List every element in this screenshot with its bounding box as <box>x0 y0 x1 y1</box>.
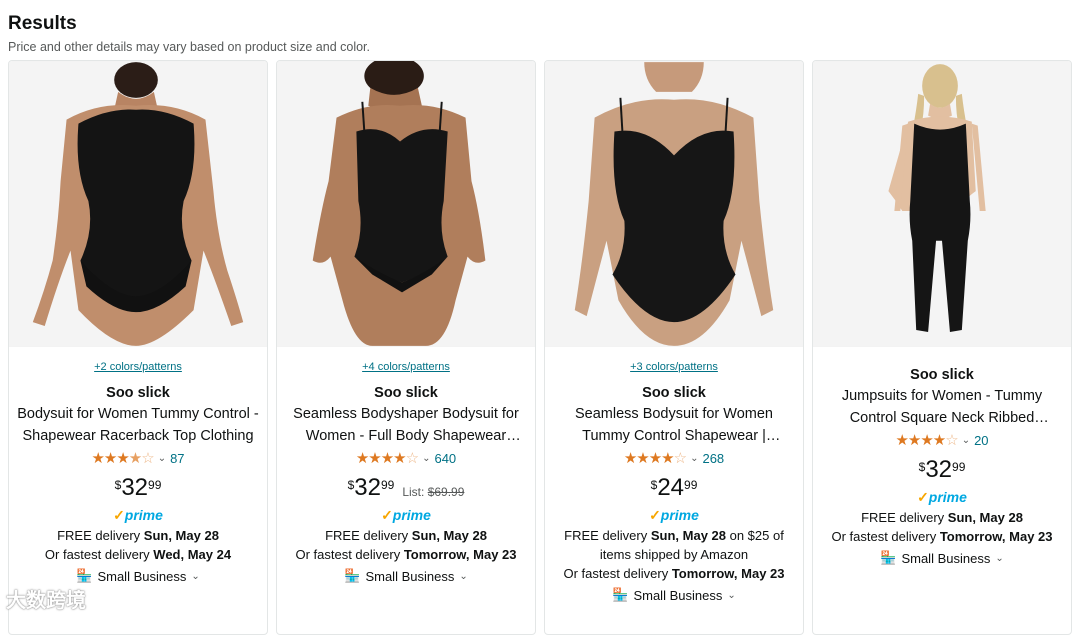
check-icon: ✓ <box>649 507 661 523</box>
chevron-down-icon: ⌄ <box>459 570 468 582</box>
product-image[interactable] <box>813 61 1071 347</box>
product-brand: Soo slick <box>374 385 438 401</box>
chevron-down-icon: ⌄ <box>995 552 1004 564</box>
product-card[interactable]: +4 colors/patterns Soo slick Seamless Bo… <box>276 60 536 635</box>
product-image[interactable] <box>277 61 535 347</box>
check-icon: ✓ <box>381 507 393 523</box>
price[interactable]: $ 32 99 <box>821 457 1063 483</box>
storefront-icon: 🏪 <box>880 550 897 565</box>
star-rating-icon: ★★★★☆ <box>895 432 958 449</box>
chevron-down-icon: ⌄ <box>191 570 200 582</box>
review-count[interactable]: 20 <box>974 433 988 448</box>
chevron-down-icon: ⌄ <box>727 589 736 601</box>
small-business-badge[interactable]: 🏪 Small Business ⌄ <box>17 568 259 584</box>
price[interactable]: $ 32 99 List: $69.99 <box>285 475 527 501</box>
chevron-down-icon[interactable]: ⌄ <box>962 435 970 446</box>
prime-badge: ✓prime <box>113 507 163 523</box>
watermark-logo: 大数跨境 <box>6 590 86 612</box>
check-icon: ✓ <box>917 489 929 505</box>
chevron-down-icon[interactable]: ⌄ <box>422 453 430 464</box>
review-count[interactable]: 640 <box>434 451 456 466</box>
small-business-badge[interactable]: 🏪 Small Business ⌄ <box>285 568 527 584</box>
prime-badge: ✓prime <box>917 489 967 505</box>
list-price: List: $69.99 <box>402 485 465 499</box>
product-brand: Soo slick <box>910 367 974 383</box>
bodyshaper-spaghetti-image <box>277 61 535 346</box>
check-icon: ✓ <box>113 507 125 523</box>
star-rating-icon: ★★★★☆ <box>355 450 419 467</box>
delivery-info: FREE delivery Sun, May 28 Or fastest del… <box>831 510 1053 544</box>
storefront-icon: 🏪 <box>76 568 93 583</box>
product-card[interactable]: +3 colors/patterns Soo slick Seamless Bo… <box>544 60 804 635</box>
delivery-info: FREE delivery Sun, May 28 Or fastest del… <box>295 528 517 562</box>
prime-badge: ✓prime <box>381 507 431 523</box>
colors-link[interactable]: +3 colors/patterns <box>553 361 795 373</box>
jumpsuit-image <box>813 62 1071 346</box>
prime-badge: ✓prime <box>649 507 699 523</box>
colors-link[interactable]: +2 colors/patterns <box>17 361 259 373</box>
star-rating-icon: ★★★★☆ <box>623 450 687 467</box>
rating-row[interactable]: ★★★★☆ ⌄ 87 <box>17 449 259 467</box>
product-title[interactable]: Bodysuit for Women Tummy Control - Shape… <box>17 403 259 447</box>
delivery-info: FREE delivery Sun, May 28 Or fastest del… <box>44 528 232 562</box>
product-title[interactable]: Jumpsuits for Women - Tummy Control Squa… <box>821 385 1063 429</box>
results-title: Results <box>8 13 77 34</box>
delivery-info: FREE delivery Sun, May 28 on $25 of item… <box>563 528 785 581</box>
review-count[interactable]: 268 <box>702 451 724 466</box>
product-brand: Soo slick <box>642 385 706 401</box>
rating-row[interactable]: ★★★★☆ ⌄ 268 <box>553 449 795 467</box>
product-card[interactable]: +2 colors/patterns Soo slick Bodysuit fo… <box>8 60 268 635</box>
bodysuit-racerback-image <box>9 62 267 346</box>
product-grid: +2 colors/patterns Soo slick Bodysuit fo… <box>8 60 1072 635</box>
rating-row[interactable]: ★★★★☆ ⌄ 640 <box>285 449 527 467</box>
small-business-badge[interactable]: 🏪 Small Business ⌄ <box>553 587 795 603</box>
product-card[interactable]: Soo slick Jumpsuits for Women - Tummy Co… <box>812 60 1072 635</box>
storefront-icon: 🏪 <box>612 587 629 602</box>
results-subtitle: Price and other details may vary based o… <box>8 40 371 54</box>
storefront-icon: 🏪 <box>344 568 361 583</box>
bodysuit-vneck-image <box>545 62 803 346</box>
review-count[interactable]: 87 <box>170 451 184 466</box>
results-header: Results Price and other details may vary… <box>8 12 370 54</box>
small-business-badge[interactable]: 🏪 Small Business ⌄ <box>821 550 1063 566</box>
product-title[interactable]: Seamless Bodysuit for Women Tummy Contro… <box>553 403 795 447</box>
price[interactable]: $ 32 99 <box>17 475 259 501</box>
product-image[interactable] <box>9 61 267 347</box>
rating-row[interactable]: ★★★★☆ ⌄ 20 <box>821 431 1063 449</box>
chevron-down-icon[interactable]: ⌄ <box>158 453 166 464</box>
chevron-down-icon[interactable]: ⌄ <box>690 453 698 464</box>
star-rating-icon: ★★★★☆ <box>91 450 154 467</box>
price[interactable]: $ 24 99 <box>553 475 795 501</box>
product-brand: Soo slick <box>106 385 170 401</box>
product-title[interactable]: Seamless Bodyshaper Bodysuit for Women -… <box>285 403 527 447</box>
product-image[interactable] <box>545 61 803 347</box>
colors-link[interactable]: +4 colors/patterns <box>285 361 527 373</box>
